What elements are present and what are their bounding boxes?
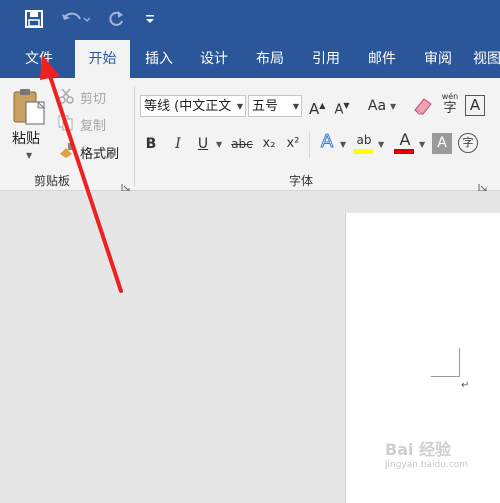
watermark: Bai 经验 jingyan.baidu.com bbox=[385, 436, 495, 476]
tab-mailings[interactable]: 邮件 bbox=[361, 40, 403, 78]
clear-formatting-icon[interactable] bbox=[412, 96, 434, 116]
margin-corner-mark bbox=[431, 348, 460, 377]
paste-dropdown-icon[interactable]: ▼ bbox=[26, 151, 32, 160]
character-border-icon[interactable]: A bbox=[465, 95, 485, 116]
clipboard-group-label: 剪贴板 bbox=[34, 174, 71, 188]
format-painter-button[interactable]: 格式刷 bbox=[80, 143, 119, 162]
font-color-button[interactable]: A bbox=[394, 131, 416, 157]
enclose-characters-text: 字 bbox=[462, 136, 474, 149]
row-separator bbox=[309, 132, 310, 158]
paste-icon[interactable] bbox=[12, 88, 48, 128]
customize-toolbar-icon[interactable] bbox=[142, 8, 158, 30]
paragraph-mark-icon: ↵ bbox=[461, 380, 470, 391]
font-group-label: 字体 bbox=[289, 174, 314, 188]
underline-button[interactable]: U bbox=[195, 133, 211, 155]
font-name-dropdown-icon: ▼ bbox=[236, 102, 243, 111]
format-painter-icon[interactable] bbox=[58, 142, 76, 158]
tab-insert[interactable]: 插入 bbox=[138, 40, 180, 78]
strikethrough-button[interactable]: abc bbox=[229, 133, 255, 155]
highlight-button[interactable]: ab bbox=[353, 131, 375, 157]
change-case-button[interactable]: Aa bbox=[366, 95, 388, 117]
undo-icon[interactable] bbox=[58, 8, 92, 30]
redo-icon[interactable] bbox=[104, 8, 128, 30]
bold-button[interactable]: B bbox=[143, 133, 159, 155]
font-color-icon: A bbox=[399, 130, 411, 149]
ribbon-home: 粘贴 ▼ 剪切 复制 格式刷 剪贴板 等线 (中文正文 ▼ 五号 ▼ A▲ A▼… bbox=[0, 78, 500, 192]
superscript-button[interactable]: x² bbox=[283, 133, 303, 155]
underline-dropdown-icon[interactable]: ▼ bbox=[216, 140, 222, 149]
enclose-characters-button[interactable]: 字 bbox=[458, 133, 478, 153]
tab-file[interactable]: 文件 bbox=[10, 40, 68, 78]
font-name-value: 等线 (中文正文 bbox=[144, 99, 232, 114]
quick-access-toolbar bbox=[0, 0, 500, 40]
document-area: ↵ Bai 经验 jingyan.baidu.com bbox=[0, 191, 500, 503]
grow-font-icon: A bbox=[309, 100, 320, 118]
shrink-font-button[interactable]: A▼ bbox=[333, 95, 351, 117]
change-case-dropdown-icon[interactable]: ▼ bbox=[390, 102, 396, 111]
font-name-select[interactable]: 等线 (中文正文 ▼ bbox=[140, 95, 246, 117]
save-icon[interactable] bbox=[22, 8, 46, 30]
font-color-dropdown-icon[interactable]: ▼ bbox=[419, 140, 425, 149]
watermark-logo: Bai 经验 bbox=[385, 440, 452, 459]
watermark-url: jingyan.baidu.com bbox=[385, 460, 469, 470]
shrink-caret-icon: ▼ bbox=[343, 101, 350, 110]
highlight-color-bar bbox=[353, 149, 373, 154]
font-color-bar bbox=[394, 149, 414, 154]
tab-design[interactable]: 设计 bbox=[193, 40, 235, 78]
phonetic-guide-icon[interactable]: wén 字 bbox=[439, 92, 461, 118]
clipboard-launcher-icon[interactable] bbox=[121, 177, 130, 192]
tab-review[interactable]: 审阅 bbox=[417, 40, 459, 78]
phonetic-guide-char: 字 bbox=[443, 101, 457, 116]
text-effects-button[interactable]: A bbox=[318, 131, 336, 153]
text-effects-dropdown-icon[interactable]: ▼ bbox=[340, 140, 346, 149]
cut-button[interactable]: 剪切 bbox=[80, 88, 106, 107]
tab-view[interactable]: 视图 bbox=[473, 40, 500, 78]
highlight-icon: ab bbox=[356, 133, 372, 147]
character-border-text: A bbox=[469, 96, 481, 114]
phonetic-guide-text: wén bbox=[441, 92, 459, 101]
ribbon-tabs: 文件 开始 插入 设计 布局 引用 邮件 审阅 视图 bbox=[0, 40, 500, 78]
font-launcher-icon[interactable] bbox=[478, 177, 487, 192]
grow-font-button[interactable]: A▲ bbox=[309, 95, 326, 118]
group-separator bbox=[134, 86, 135, 186]
copy-icon[interactable] bbox=[58, 115, 74, 131]
paste-button-label[interactable]: 粘贴 bbox=[12, 128, 40, 148]
font-size-select[interactable]: 五号 ▼ bbox=[248, 95, 302, 117]
character-shading-text: A bbox=[437, 135, 447, 151]
tab-layout[interactable]: 布局 bbox=[249, 40, 291, 78]
subscript-button[interactable]: x₂ bbox=[259, 133, 279, 155]
tab-home[interactable]: 开始 bbox=[75, 40, 130, 78]
highlight-dropdown-icon[interactable]: ▼ bbox=[378, 140, 384, 149]
character-shading-button[interactable]: A bbox=[432, 133, 452, 154]
grow-caret-icon: ▲ bbox=[319, 101, 326, 110]
cut-icon[interactable] bbox=[58, 88, 74, 104]
font-size-value: 五号 bbox=[252, 99, 279, 114]
font-size-dropdown-icon: ▼ bbox=[292, 102, 299, 111]
tab-references[interactable]: 引用 bbox=[305, 40, 347, 78]
italic-button[interactable]: I bbox=[170, 133, 186, 155]
copy-button[interactable]: 复制 bbox=[80, 115, 106, 134]
